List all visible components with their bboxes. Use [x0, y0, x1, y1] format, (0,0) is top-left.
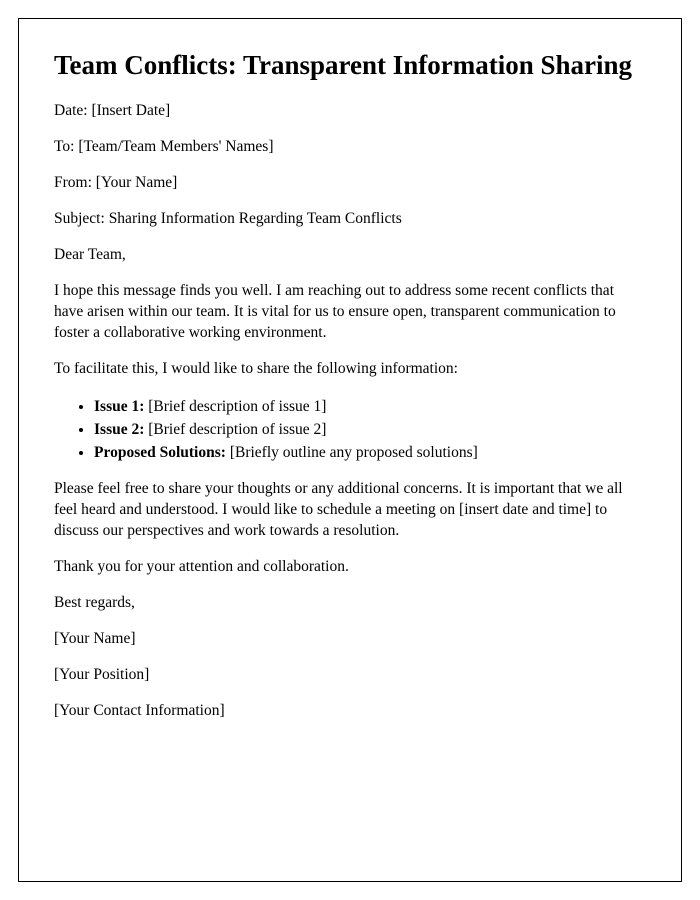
- salutation: Dear Team,: [54, 245, 646, 266]
- signoff-position: [Your Position]: [54, 665, 646, 686]
- list-item-solutions: Proposed Solutions: [Briefly outline any…: [94, 441, 646, 464]
- from-line: From: [Your Name]: [54, 173, 646, 194]
- thanks-line: Thank you for your attention and collabo…: [54, 557, 646, 578]
- document-title: Team Conflicts: Transparent Information …: [54, 49, 646, 81]
- to-line: To: [Team/Team Members' Names]: [54, 137, 646, 158]
- issues-list: Issue 1: [Brief description of issue 1] …: [94, 395, 646, 465]
- from-value: [Your Name]: [96, 174, 178, 191]
- to-value: [Team/Team Members' Names]: [78, 138, 273, 155]
- issue1-label: Issue 1:: [94, 398, 148, 415]
- closing-paragraph: Please feel free to share your thoughts …: [54, 479, 646, 542]
- list-intro: To facilitate this, I would like to shar…: [54, 359, 646, 380]
- date-value: [Insert Date]: [91, 102, 170, 119]
- issue2-label: Issue 2:: [94, 421, 148, 438]
- from-label: From:: [54, 174, 96, 191]
- signoff-regards: Best regards,: [54, 593, 646, 614]
- document-frame: Team Conflicts: Transparent Information …: [18, 18, 682, 882]
- list-item-issue2: Issue 2: [Brief description of issue 2]: [94, 418, 646, 441]
- intro-paragraph: I hope this message finds you well. I am…: [54, 281, 646, 344]
- subject-value: Sharing Information Regarding Team Confl…: [109, 210, 402, 227]
- date-label: Date:: [54, 102, 91, 119]
- signoff-contact: [Your Contact Information]: [54, 701, 646, 722]
- issue1-value: [Brief description of issue 1]: [148, 398, 326, 415]
- issue2-value: [Brief description of issue 2]: [148, 421, 326, 438]
- list-item-issue1: Issue 1: [Brief description of issue 1]: [94, 395, 646, 418]
- subject-line: Subject: Sharing Information Regarding T…: [54, 209, 646, 230]
- signoff-name: [Your Name]: [54, 629, 646, 650]
- to-label: To:: [54, 138, 78, 155]
- date-line: Date: [Insert Date]: [54, 101, 646, 122]
- solutions-label: Proposed Solutions:: [94, 444, 230, 461]
- subject-label: Subject:: [54, 210, 109, 227]
- solutions-value: [Briefly outline any proposed solutions]: [230, 444, 478, 461]
